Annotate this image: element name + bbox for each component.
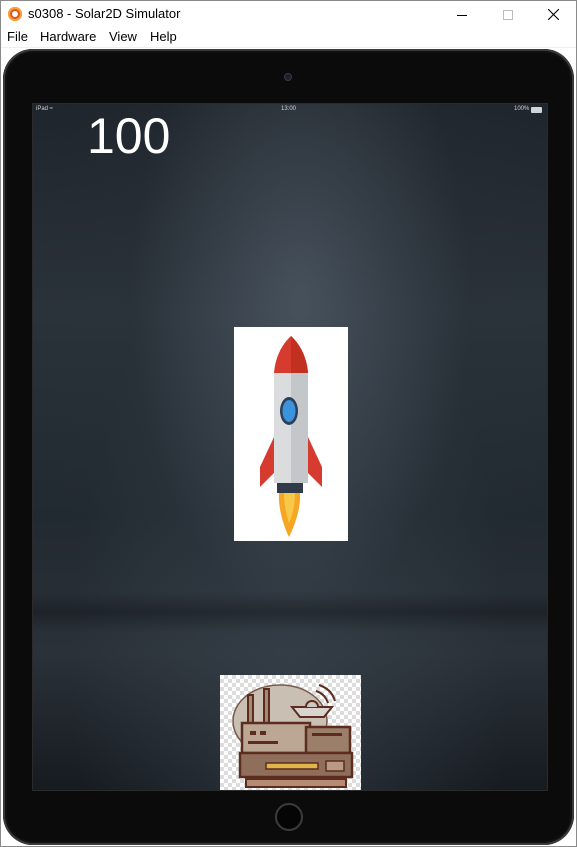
- score-text: 100: [87, 108, 171, 164]
- close-icon: [547, 9, 559, 20]
- maximize-icon: [503, 9, 513, 20]
- menu-bar: File Hardware View Help: [1, 28, 576, 48]
- building-sprite[interactable]: [220, 675, 361, 790]
- window-title: s0308 - Solar2D Simulator: [28, 6, 181, 21]
- home-button[interactable]: [275, 803, 303, 831]
- menu-file[interactable]: File: [7, 29, 28, 44]
- solar2d-app-icon: [8, 7, 22, 21]
- menu-view[interactable]: View: [109, 29, 137, 44]
- menu-help[interactable]: Help: [150, 29, 177, 44]
- maximize-button[interactable]: [485, 1, 531, 28]
- status-battery-text: 100%: [514, 106, 530, 112]
- simulator-window: s0308 - Solar2D Simulator File Hardware …: [0, 0, 577, 847]
- building-icon: [232, 684, 354, 788]
- front-camera: [284, 73, 292, 81]
- minimize-button[interactable]: [439, 1, 485, 28]
- rocket-icon: [260, 336, 322, 537]
- title-bar[interactable]: s0308 - Solar2D Simulator: [1, 1, 576, 28]
- rocket-sprite[interactable]: [234, 327, 348, 541]
- ipad-device-frame: iPad ≈ 13:00 100% 100: [3, 49, 574, 845]
- status-carrier: iPad ≈: [36, 106, 53, 112]
- device-screen[interactable]: iPad ≈ 13:00 100% 100: [32, 103, 548, 791]
- battery-icon: [531, 107, 542, 113]
- minimize-icon: [457, 14, 467, 16]
- menu-hardware[interactable]: Hardware: [40, 29, 96, 44]
- close-button[interactable]: [530, 1, 576, 28]
- status-time: 13:00: [281, 106, 297, 112]
